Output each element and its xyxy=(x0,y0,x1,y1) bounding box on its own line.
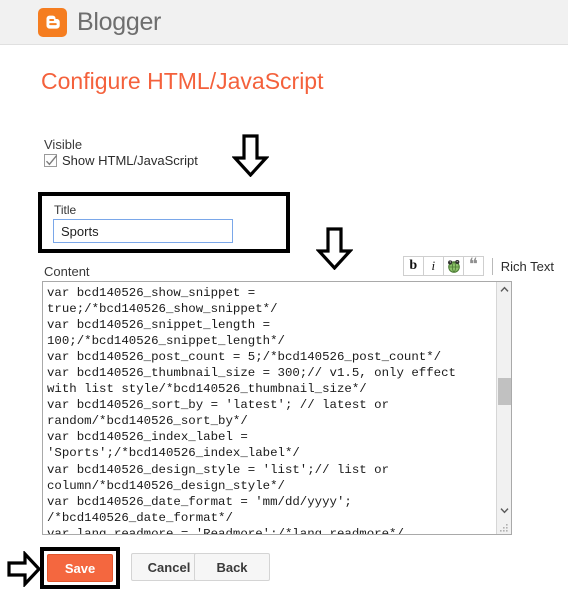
content-field-label: Content xyxy=(44,264,90,279)
content-textarea-text: var bcd140526_show_snippet = true;/*bcd1… xyxy=(47,286,456,534)
save-button[interactable]: Save xyxy=(47,554,113,582)
title-input[interactable] xyxy=(53,219,233,243)
link-globe-icon[interactable] xyxy=(442,256,464,276)
title-highlight-box-annotation: Title xyxy=(38,192,290,253)
blogger-wordmark: Blogger xyxy=(77,7,162,36)
scroll-up-arrow-icon[interactable] xyxy=(497,282,511,297)
bold-button[interactable]: b xyxy=(402,256,424,276)
rich-text-link[interactable]: Rich Text xyxy=(501,259,554,274)
italic-button[interactable]: i xyxy=(422,256,444,276)
scroll-down-arrow-icon[interactable] xyxy=(497,503,511,518)
back-button[interactable]: Back xyxy=(194,553,270,581)
show-html-javascript-label: Show HTML/JavaScript xyxy=(62,153,198,168)
page-title: Configure HTML/JavaScript xyxy=(41,68,324,94)
textarea-resize-handle[interactable] xyxy=(498,521,510,533)
title-field-label: Title xyxy=(54,203,77,217)
content-scrollbar[interactable] xyxy=(496,282,511,534)
down-arrow-annotation-icon xyxy=(231,134,270,182)
editor-toolbar: b i ❝ Rich Text xyxy=(402,256,554,276)
blogger-logo-icon[interactable] xyxy=(38,7,67,37)
save-highlight-box-annotation: Save xyxy=(40,547,120,589)
blockquote-button[interactable]: ❝ xyxy=(462,256,484,276)
app-header: Blogger xyxy=(0,0,568,45)
right-arrow-annotation-icon xyxy=(7,549,42,592)
visible-section-label: Visible xyxy=(44,137,83,152)
content-textarea[interactable]: var bcd140526_show_snippet = true;/*bcd1… xyxy=(42,281,512,535)
toolbar-divider xyxy=(491,257,493,275)
down-arrow-annotation-icon xyxy=(315,227,354,275)
show-html-javascript-row[interactable]: Show HTML/JavaScript xyxy=(44,153,198,168)
scrollbar-thumb[interactable] xyxy=(498,378,511,405)
show-html-javascript-checkbox[interactable] xyxy=(44,154,58,167)
